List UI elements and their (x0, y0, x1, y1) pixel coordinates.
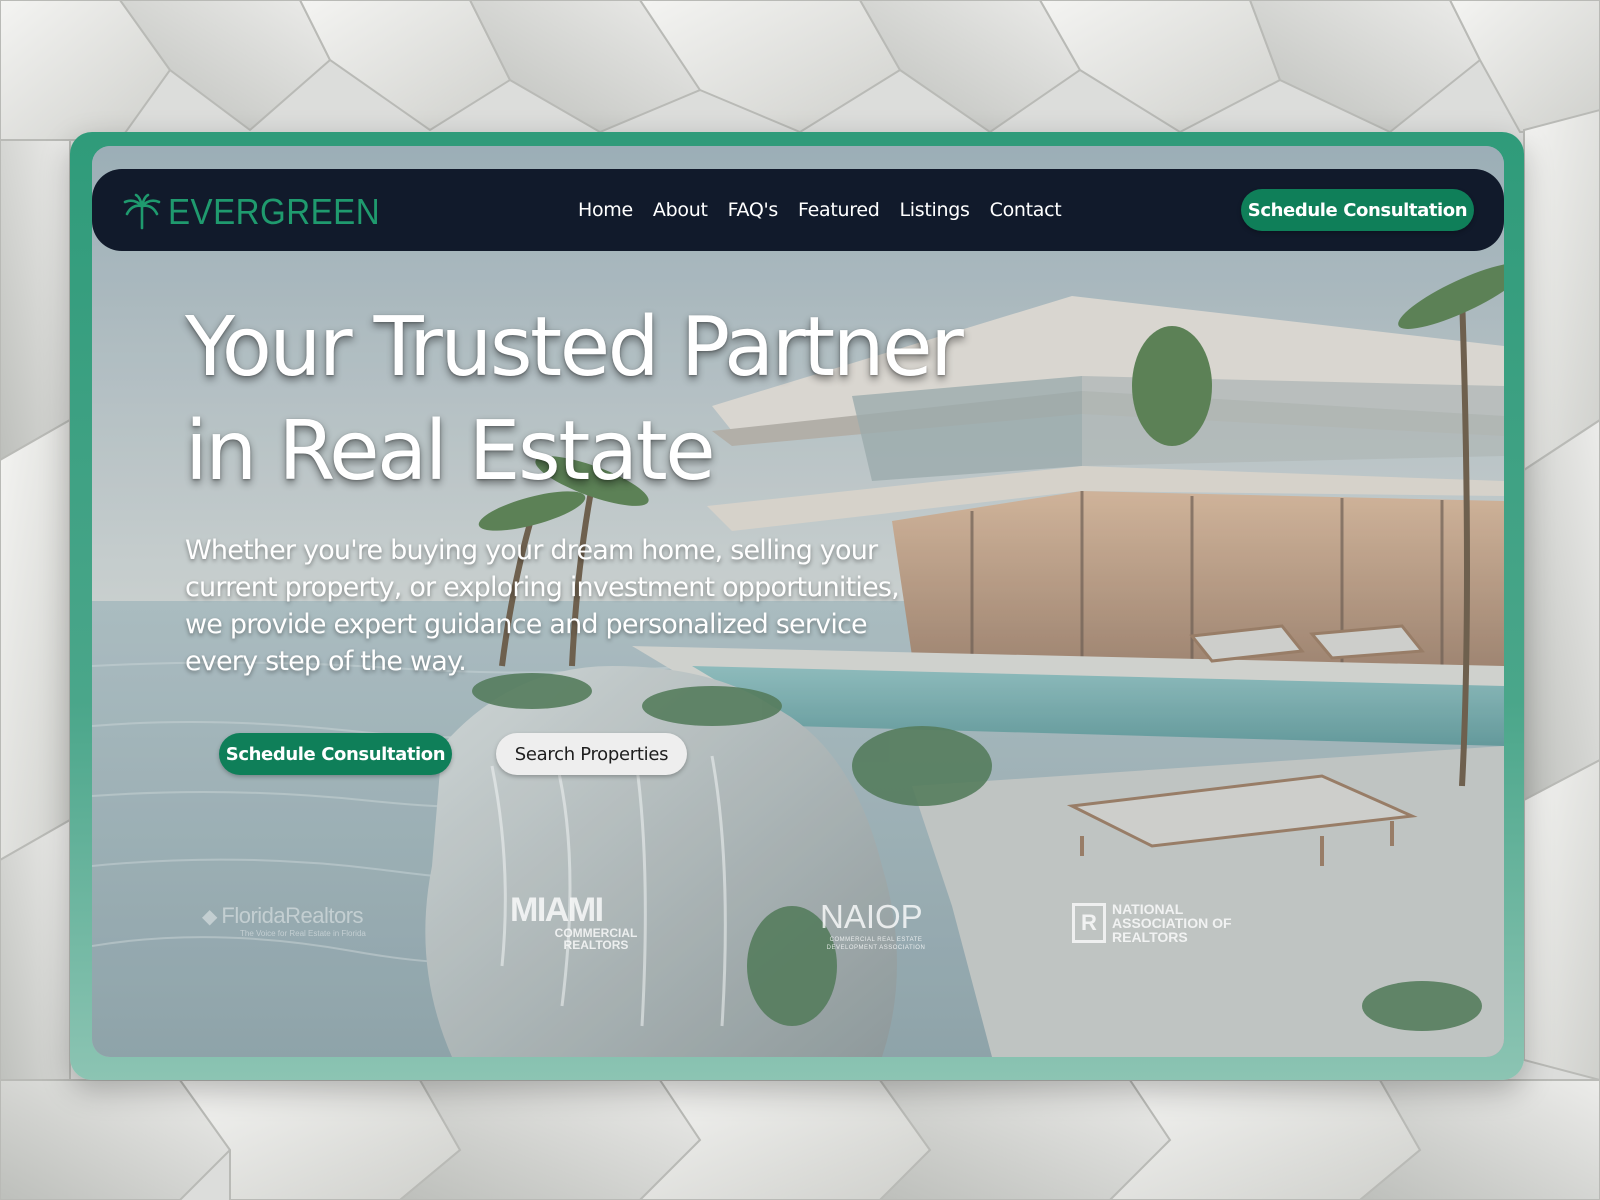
florida-realtors-name: FloridaRealtors (221, 903, 364, 928)
hero-title-line-1: Your Trusted Partner (185, 300, 964, 395)
nav-links: Home About FAQ's Featured Listings Conta… (578, 169, 1062, 251)
miami-realtors-logo: MIAMI COMMERCIAL REALTORS (510, 891, 640, 951)
nar-r-icon: R (1072, 903, 1106, 943)
florida-realtors-logo: ◆ FloridaRealtors The Voice for Real Est… (202, 903, 366, 938)
nav-link-about[interactable]: About (653, 199, 708, 221)
nav-link-listings[interactable]: Listings (900, 199, 970, 221)
nar-logo-text: NATIONAL ASSOCIATION OF REALTORS (1112, 902, 1232, 944)
naiop-logo-name: NAIOP (820, 898, 923, 935)
hero-title-line-2: in Real Estate (185, 404, 716, 499)
top-navigation-bar: EVERGREEN Home About FAQ's Featured List… (92, 169, 1504, 251)
website-screen: EVERGREEN Home About FAQ's Featured List… (92, 146, 1504, 1057)
search-properties-button[interactable]: Search Properties (496, 733, 687, 775)
brand-logo[interactable]: EVERGREEN (122, 191, 399, 233)
florida-realtors-mark-icon: ◆ (202, 905, 218, 928)
miami-logo-subtitle: COMMERCIAL REALTORS (554, 927, 638, 951)
nar-logo-line-1: NATIONAL (1112, 901, 1184, 917)
miami-logo-name: MIAMI (510, 891, 604, 929)
nav-link-faqs[interactable]: FAQ's (728, 199, 779, 221)
naiop-logo: NAIOP COMMERCIAL REAL ESTATE DEVELOPMENT… (820, 898, 932, 952)
hero-subtitle: Whether you're buying your dream home, s… (185, 535, 900, 677)
naiop-logo-tagline: COMMERCIAL REAL ESTATE DEVELOPMENT ASSOC… (826, 937, 926, 951)
nar-logo-line-3: REALTORS (1112, 929, 1188, 945)
nav-link-featured[interactable]: Featured (798, 199, 880, 221)
nav-link-contact[interactable]: Contact (990, 199, 1062, 221)
nar-logo: R NATIONAL ASSOCIATION OF REALTORS (1072, 902, 1232, 944)
hero-schedule-consultation-button[interactable]: Schedule Consultation (219, 733, 452, 775)
miami-logo-line-2: REALTORS (563, 938, 629, 952)
nar-logo-line-2: ASSOCIATION OF (1112, 915, 1232, 931)
palm-tree-icon (123, 193, 161, 230)
brand-name: EVERGREEN (168, 191, 381, 232)
nav-schedule-consultation-button[interactable]: Schedule Consultation (1241, 189, 1474, 231)
florida-realtors-tagline: The Voice for Real Estate in Florida (240, 929, 366, 938)
nav-link-home[interactable]: Home (578, 199, 633, 221)
hero-title: Your Trusted Partner in Real Estate (185, 296, 1025, 504)
